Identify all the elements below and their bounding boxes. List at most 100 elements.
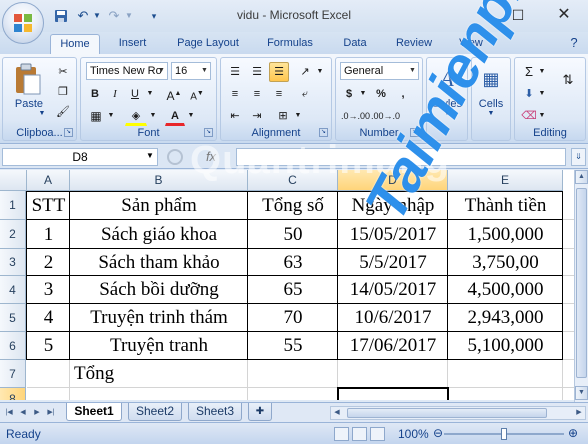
table-cell[interactable]: 5 [27, 332, 70, 360]
merge-center-icon[interactable]: ⊞ [273, 106, 293, 126]
table-cell[interactable]: 17/06/2017 [338, 332, 448, 360]
table-cell[interactable]: Truyện trinh thám [70, 304, 248, 332]
table-cell[interactable]: 65 [248, 276, 338, 304]
column-header-a[interactable]: A [27, 170, 70, 191]
currency-button[interactable]: $ [340, 84, 358, 104]
fill-dropdown-icon[interactable]: ▼ [537, 84, 547, 104]
align-left-icon[interactable]: ≡ [225, 84, 245, 104]
table-cell[interactable]: Truyện tranh [70, 332, 248, 360]
hscroll-thumb[interactable] [347, 408, 547, 418]
percent-button[interactable]: % [372, 84, 390, 104]
paste-button[interactable]: Paste [7, 98, 51, 110]
table-cell[interactable]: 5,100,000 [448, 332, 563, 360]
table-cell[interactable]: Sách tham khảo [70, 249, 248, 276]
font-name-select[interactable]: Times New Ro ▼ [86, 62, 168, 80]
tab-page-layout[interactable]: Page Layout [170, 34, 246, 54]
paste-icon[interactable] [13, 62, 43, 96]
merge-dropdown-icon[interactable]: ▼ [293, 106, 303, 126]
table-cell[interactable]: 2 [27, 249, 70, 276]
close-icon[interactable]: ✕ [554, 6, 574, 24]
orientation-icon[interactable]: ↗ [295, 62, 315, 82]
fill-icon[interactable]: ⬇ [519, 84, 539, 104]
copy-icon[interactable]: ❐ [53, 82, 73, 102]
underline-button[interactable]: U [126, 84, 144, 104]
underline-dropdown-icon[interactable]: ▼ [145, 84, 155, 104]
fill-color-dropdown-icon[interactable]: ▼ [148, 106, 158, 126]
scroll-left-icon[interactable]: ◀ [331, 407, 343, 419]
align-bottom-icon[interactable]: ☰ [269, 62, 289, 82]
next-sheet-icon[interactable]: ▶ [32, 407, 42, 419]
scroll-down-icon[interactable]: ▼ [575, 386, 588, 400]
prev-sheet-icon[interactable]: ◀ [18, 407, 28, 419]
table-cell[interactable]: 4,500,000 [448, 276, 563, 304]
header-cell[interactable]: Thành tiền [448, 191, 563, 220]
increase-indent-icon[interactable]: ⇥ [247, 106, 267, 126]
header-cell[interactable]: Sản phẩm [70, 191, 248, 220]
align-center-icon[interactable]: ≡ [247, 84, 267, 104]
cut-icon[interactable]: ✂ [53, 62, 73, 82]
row-header-6[interactable]: 6 [0, 332, 26, 360]
row-header-7[interactable]: 7 [0, 360, 26, 388]
align-middle-icon[interactable]: ☰ [247, 62, 267, 82]
insert-sheet-icon[interactable]: ✚ [248, 403, 272, 421]
page-layout-view-icon[interactable] [352, 427, 367, 441]
table-cell[interactable]: 10/6/2017 [338, 304, 448, 332]
wrap-text-icon[interactable]: ⤶ [295, 84, 315, 104]
borders-dropdown-icon[interactable]: ▼ [106, 106, 116, 126]
name-box[interactable]: D8 [2, 148, 158, 166]
sheet-tab-sheet3[interactable]: Sheet3 [188, 403, 242, 421]
row-header-1[interactable]: 1 [0, 191, 26, 220]
borders-icon[interactable]: ▦ [86, 106, 106, 126]
table-cell[interactable]: 1,500,000 [448, 220, 563, 249]
table-cell[interactable]: 4 [27, 304, 70, 332]
alignment-launcher-icon[interactable]: ↘ [319, 128, 328, 137]
scroll-up-icon[interactable]: ▲ [575, 170, 588, 184]
format-painter-icon[interactable]: 🖌 [53, 102, 73, 122]
header-cell[interactable]: STT [27, 191, 70, 220]
table-cell[interactable]: Sách giáo khoa [70, 220, 248, 249]
last-sheet-icon[interactable]: ▶| [46, 407, 56, 419]
name-box-dropdown-icon[interactable]: ▼ [146, 151, 154, 160]
font-color-dropdown-icon[interactable]: ▼ [186, 106, 196, 126]
table-cell[interactable]: 63 [248, 249, 338, 276]
header-cell[interactable]: Tổng số [248, 191, 338, 220]
row-header-3[interactable]: 3 [0, 249, 26, 276]
vertical-scrollbar[interactable]: ▲ ▼ [574, 170, 588, 402]
row-header-8[interactable]: 8 [0, 388, 26, 400]
scroll-thumb[interactable] [576, 188, 587, 378]
grow-font-icon[interactable]: A▲ [164, 84, 184, 104]
total-label-cell[interactable]: Tổng [70, 360, 248, 388]
expand-formula-icon[interactable]: ⇓ [571, 148, 586, 166]
worksheet-grid[interactable]: ABCDE 12345678 STT Sản phẩm Tổng số Ngày nh… [0, 170, 574, 400]
table-cell[interactable]: Sách bồi dưỡng [70, 276, 248, 304]
tab-data[interactable]: Data [336, 34, 374, 54]
table-cell[interactable]: 15/05/2017 [338, 220, 448, 249]
select-all-button[interactable] [0, 170, 27, 191]
shrink-font-icon[interactable]: A▼ [187, 84, 207, 104]
table-cell[interactable]: 14/05/2017 [338, 276, 448, 304]
orientation-dropdown-icon[interactable]: ▼ [315, 62, 325, 82]
autosum-dropdown-icon[interactable]: ▼ [537, 62, 547, 82]
zoom-slider-thumb[interactable] [501, 428, 507, 440]
sheet-tab-sheet2[interactable]: Sheet2 [128, 403, 182, 421]
office-button[interactable] [2, 2, 44, 44]
font-color-icon[interactable]: A [165, 106, 185, 126]
sort-filter-icon[interactable]: ⇅ [555, 70, 581, 90]
sheet-tab-sheet1[interactable]: Sheet1 [66, 403, 122, 421]
clear-dropdown-icon[interactable]: ▼ [537, 106, 547, 126]
table-cell[interactable]: 3 [27, 276, 70, 304]
horizontal-scrollbar[interactable]: ◀ ▶ [330, 406, 586, 420]
increase-decimal-icon[interactable]: .0→.00 [340, 106, 370, 126]
table-cell[interactable]: 2,943,000 [448, 304, 563, 332]
table-cell[interactable]: 50 [248, 220, 338, 249]
tab-home[interactable]: Home [50, 34, 100, 54]
table-cell[interactable]: 5/5/2017 [338, 249, 448, 276]
normal-view-icon[interactable] [334, 427, 349, 441]
scroll-right-icon[interactable]: ▶ [573, 407, 585, 419]
fill-color-icon[interactable]: ◈ [125, 106, 147, 126]
cells-dropdown-icon[interactable]: ▼ [486, 110, 496, 117]
zoom-in-icon[interactable]: ⊕ [568, 426, 578, 440]
currency-dropdown-icon[interactable]: ▼ [358, 84, 368, 104]
align-right-icon[interactable]: ≡ [269, 84, 289, 104]
row-header-5[interactable]: 5 [0, 304, 26, 332]
